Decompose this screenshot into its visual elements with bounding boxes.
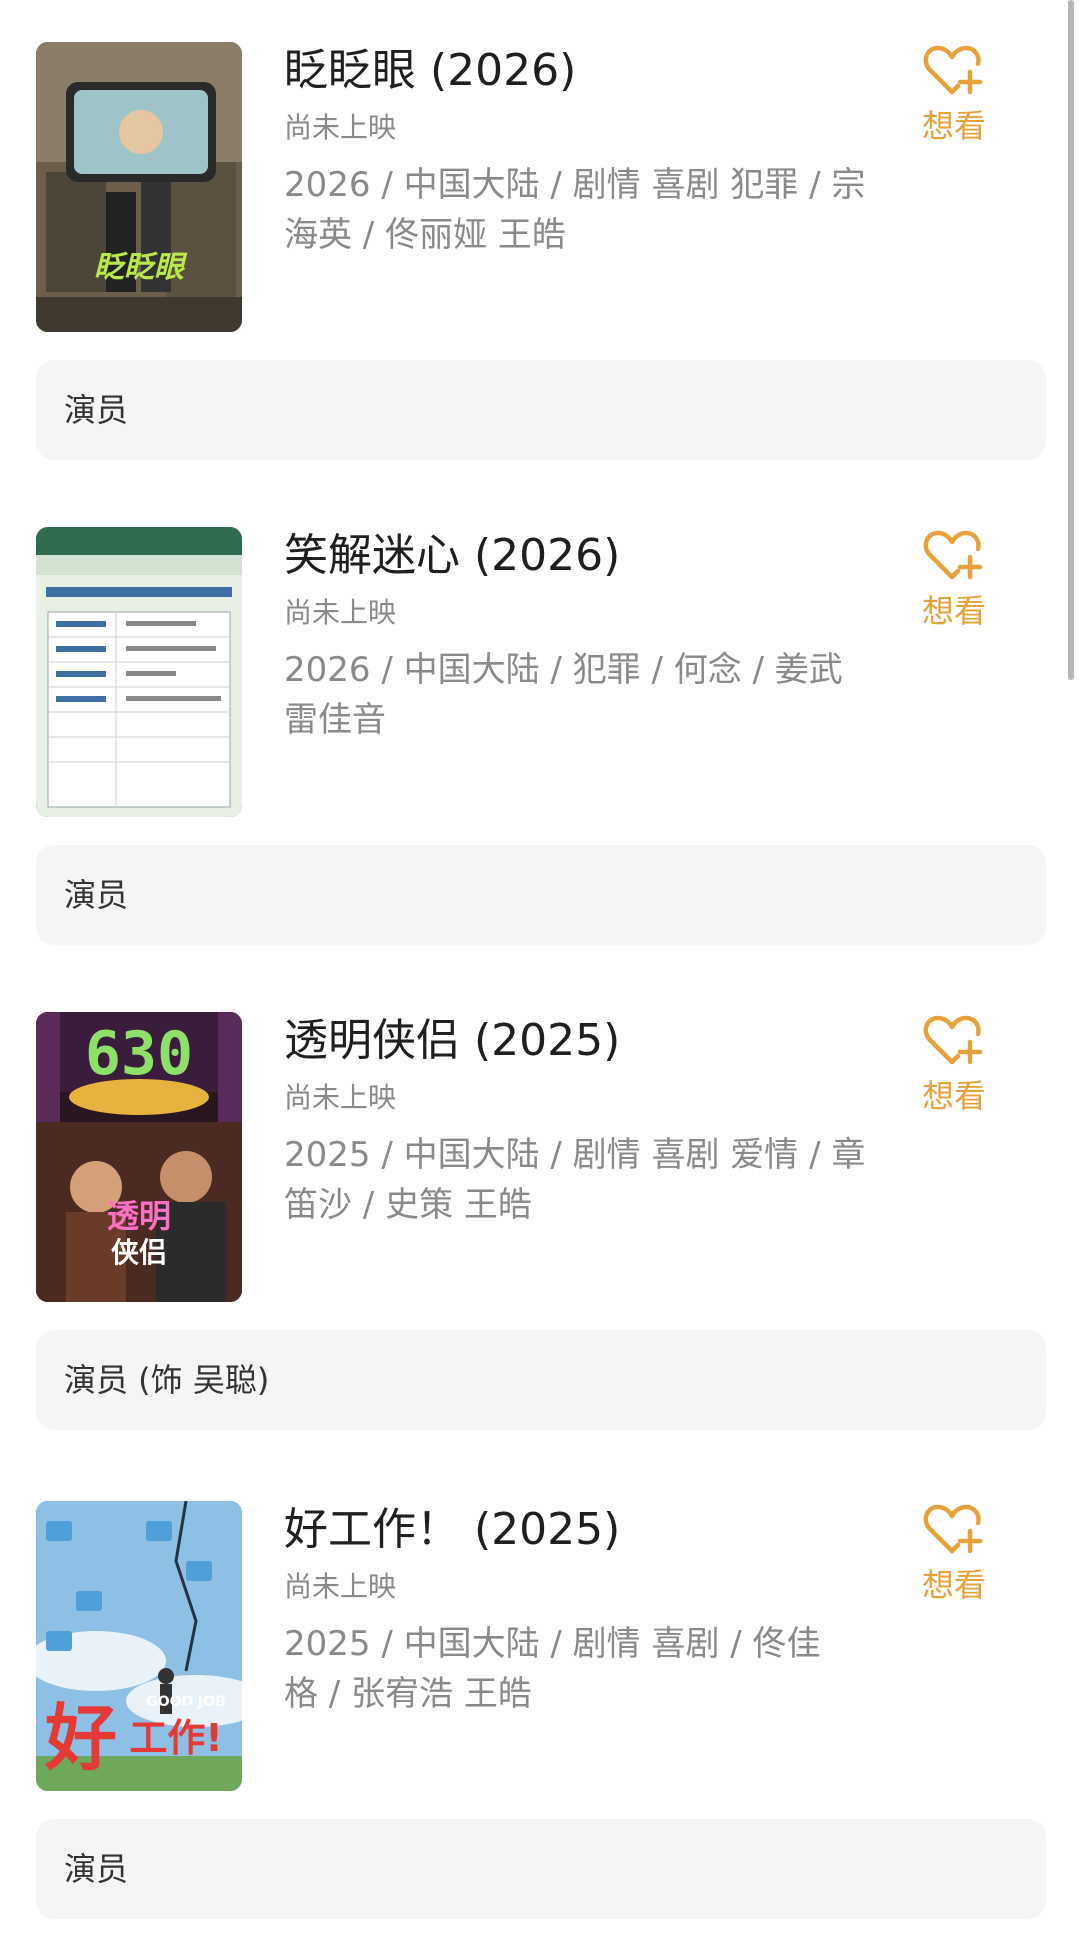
movie-name: 笑解迷心 [284, 530, 460, 581]
want-to-watch-label: 想看 [921, 1077, 986, 1115]
role-box: 演员 [36, 1819, 1046, 1919]
movie-info: 透明侠侣 (2025) 尚未上映 2025 / 中国大陆 / 剧情 喜剧 爱情 /… [284, 1010, 904, 1230]
heart-plus-icon [923, 1015, 983, 1065]
svg-text:工作!: 工作! [129, 1716, 222, 1760]
svg-text:眨眨眼: 眨眨眼 [94, 250, 188, 285]
poster-image: 眨眨眼 [36, 42, 242, 332]
movie-item[interactable]: 笑解迷心 (2026) 尚未上映 2026 / 中国大陆 / 犯罪 / 何念 / … [0, 485, 1080, 955]
movie-title[interactable]: 好工作！ (2025) [284, 1499, 904, 1561]
movie-meta-line: 2026 / 中国大陆 / 剧情 喜剧 犯罪 / 宗 [284, 165, 866, 205]
heart-plus-icon [923, 45, 983, 95]
heart-plus-icon [923, 530, 983, 580]
movie-meta: 2025 / 中国大陆 / 剧情 喜剧 / 佟佳 格 / 张宥浩 王皓 [284, 1619, 884, 1719]
movie-name: 好工作！ [284, 1504, 460, 1555]
movie-item[interactable]: 好 工作! GOOD JOB 好工作！ (2025) 尚未上映 2025 / 中国… [0, 1459, 1080, 1929]
movie-meta-line: 2026 / 中国大陆 / 犯罪 / 何念 / 姜武 [284, 650, 843, 690]
role-text: 演员 (饰 吴聪) [64, 1361, 270, 1399]
movie-meta-line: 海英 / 佟丽娅 王皓 [284, 215, 566, 255]
release-status: 尚未上映 [284, 1081, 397, 1114]
want-to-watch-label: 想看 [921, 592, 986, 630]
poster-image: 好 工作! GOOD JOB [36, 1501, 242, 1791]
movie-year: (2026) [474, 530, 621, 581]
svg-text:侠侣: 侠侣 [111, 1236, 167, 1269]
movie-poster[interactable]: 好 工作! GOOD JOB [36, 1501, 242, 1791]
release-status: 尚未上映 [284, 1570, 397, 1603]
svg-text:好: 好 [44, 1696, 117, 1780]
movie-meta: 2026 / 中国大陆 / 犯罪 / 何念 / 姜武 雷佳音 [284, 645, 884, 745]
poster-image: 630 透明 侠侣 [36, 1012, 242, 1302]
release-status: 尚未上映 [284, 596, 397, 629]
movie-meta: 2026 / 中国大陆 / 剧情 喜剧 犯罪 / 宗 海英 / 佟丽娅 王皓 [284, 160, 884, 260]
release-status: 尚未上映 [284, 111, 397, 144]
movie-poster[interactable] [36, 527, 242, 817]
movie-year: (2025) [474, 1015, 621, 1066]
heart-plus-icon [923, 1504, 983, 1554]
role-text: 演员 [64, 876, 129, 914]
role-box: 演员 (饰 吴聪) [36, 1330, 1046, 1430]
movie-title[interactable]: 透明侠侣 (2025) [284, 1010, 904, 1072]
scrollbar[interactable] [1068, 0, 1074, 680]
movie-info: 笑解迷心 (2026) 尚未上映 2026 / 中国大陆 / 犯罪 / 何念 / … [284, 525, 904, 745]
movie-meta-line: 格 / 张宥浩 王皓 [284, 1674, 532, 1714]
movie-year: (2025) [474, 1504, 621, 1555]
movie-year: (2026) [430, 45, 577, 96]
movie-meta-line: 2025 / 中国大陆 / 剧情 喜剧 / 佟佳 [284, 1624, 821, 1664]
want-to-watch-label: 想看 [921, 107, 986, 145]
movie-name: 眨眨眼 [284, 45, 416, 96]
role-box: 演员 [36, 845, 1046, 945]
movie-name: 透明侠侣 [284, 1015, 460, 1066]
movie-info: 好工作！ (2025) 尚未上映 2025 / 中国大陆 / 剧情 喜剧 / 佟佳… [284, 1499, 904, 1719]
movie-item[interactable]: 眨眨眼 眨眨眼 (2026) 尚未上映 2026 / 中国大陆 / 剧情 喜剧 犯… [0, 0, 1080, 470]
movie-poster[interactable]: 眨眨眼 [36, 42, 242, 332]
poster-image [36, 527, 242, 817]
movie-title[interactable]: 眨眨眼 (2026) [284, 40, 904, 102]
want-to-watch-button[interactable]: 想看 [914, 1503, 994, 1607]
svg-text:630: 630 [85, 1019, 193, 1089]
want-to-watch-label: 想看 [921, 1566, 986, 1604]
want-to-watch-button[interactable]: 想看 [914, 44, 994, 148]
movie-meta-line: 雷佳音 [284, 700, 386, 740]
role-text: 演员 [64, 391, 129, 429]
svg-text:GOOD JOB: GOOD JOB [146, 1694, 226, 1710]
movie-info: 眨眨眼 (2026) 尚未上映 2026 / 中国大陆 / 剧情 喜剧 犯罪 / … [284, 40, 904, 260]
movie-poster[interactable]: 630 透明 侠侣 [36, 1012, 242, 1302]
role-text: 演员 [64, 1850, 129, 1888]
movie-meta-line: 笛沙 / 史策 王皓 [284, 1185, 532, 1225]
svg-text:透明: 透明 [107, 1197, 171, 1235]
movie-meta: 2025 / 中国大陆 / 剧情 喜剧 爱情 / 章 笛沙 / 史策 王皓 [284, 1130, 884, 1230]
movie-meta-line: 2025 / 中国大陆 / 剧情 喜剧 爱情 / 章 [284, 1135, 866, 1175]
role-box: 演员 [36, 360, 1046, 460]
want-to-watch-button[interactable]: 想看 [914, 529, 994, 633]
movie-title[interactable]: 笑解迷心 (2026) [284, 525, 904, 587]
want-to-watch-button[interactable]: 想看 [914, 1014, 994, 1118]
movie-item[interactable]: 630 透明 侠侣 透明侠侣 (2025) 尚未上映 2025 / 中国大陆 / … [0, 970, 1080, 1440]
